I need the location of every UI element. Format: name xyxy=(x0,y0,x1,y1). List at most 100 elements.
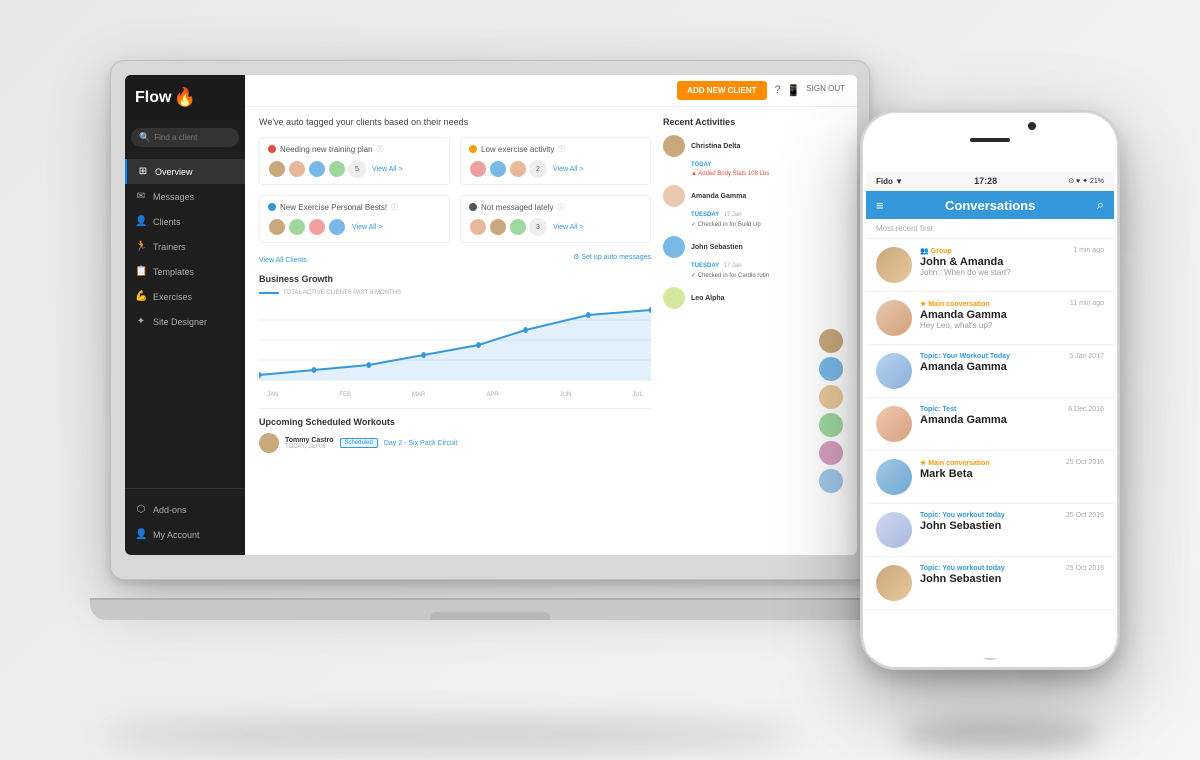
conv-preview: John : When do we start? xyxy=(920,268,1065,277)
conv-item-john-sebastien[interactable]: Topic: You workout today John Sebastien … xyxy=(866,504,1114,557)
conv-name: John Sebastien xyxy=(920,573,1058,585)
sidebar-item-my-account[interactable]: 👤 My Account xyxy=(125,522,245,547)
conv-item-amanda-workout[interactable]: Topic: Your Workout Today Amanda Gamma 5… xyxy=(866,345,1114,398)
chart-dot xyxy=(366,362,371,368)
chart-line-indicator xyxy=(259,292,279,294)
conv-item-amanda-test[interactable]: Topic: Test Amanda Gamma 6 Dec 2016 xyxy=(866,398,1114,451)
sidebar-item-trainers[interactable]: 🏃 Trainers xyxy=(125,234,245,259)
phone-frame: Fido ▼ 17:28 ⊙ ♥ ✦ 21% ≡ Conversations ⌕… xyxy=(860,110,1120,670)
conv-tag: Topic: Test xyxy=(920,406,1060,413)
sidebar-item-addons[interactable]: ⬡ Add-ons xyxy=(125,497,245,522)
view-all-link-1[interactable]: View All > xyxy=(372,166,402,173)
strip-avatar xyxy=(819,357,843,381)
conv-tag: Topic: Your Workout Today xyxy=(920,353,1061,360)
conv-tag: Topic: You workout today xyxy=(920,512,1058,519)
logo-icon: 🔥 xyxy=(173,87,195,108)
setup-auto-messages-link[interactable]: ⚙ Set up auto messages xyxy=(573,253,651,264)
device-icon[interactable]: 📱 xyxy=(787,84,801,97)
mini-avatar xyxy=(469,218,487,236)
tag-card-header-4: Not messaged lately ⓘ xyxy=(469,202,642,212)
activity-name: Leo Alpha xyxy=(691,295,725,302)
conv-item-mark[interactable]: ★ Main conversation Mark Beta 25 Oct 201… xyxy=(866,451,1114,504)
activity-item: Amanda Gamma TUESDAY 17 Jan ✓ Checked in… xyxy=(663,185,843,228)
count-badge-2: 2 xyxy=(529,160,547,178)
activity-date-label: TUESDAY xyxy=(691,212,719,218)
tag-dot-dark xyxy=(469,203,477,211)
view-all-clients-link[interactable]: View All Clients xyxy=(259,257,307,264)
chart-month: MAR xyxy=(412,392,425,398)
avatar-row-1: 5 View All > xyxy=(268,160,441,178)
avatar-row-4: 3 View All > xyxy=(469,218,642,236)
activity-avatar xyxy=(663,236,685,258)
tag-info-3: ⓘ xyxy=(391,202,398,212)
chart-title: Business Growth xyxy=(259,274,651,284)
app-container: Flow 🔥 🔍 ⊞ Overview xyxy=(125,75,857,555)
recent-activities-title: Recent Activities xyxy=(663,117,843,127)
conversation-list[interactable]: 👥 Group John & Amanda John : When do we … xyxy=(866,239,1114,658)
tag-card-header-1: Needing new training plan ⓘ xyxy=(268,144,441,154)
conv-tag: 👥 Group xyxy=(920,247,1065,255)
conv-avatar xyxy=(876,353,912,389)
conv-avatar xyxy=(876,565,912,601)
activity-avatar xyxy=(663,185,685,207)
overview-icon: ⊞ xyxy=(137,166,149,177)
view-all-link-4[interactable]: View All > xyxy=(553,224,583,231)
chart-svg xyxy=(259,300,651,390)
conv-time: 6 Dec 2016 xyxy=(1068,406,1104,413)
sidebar-item-label: Overview xyxy=(155,167,193,177)
workout-link[interactable]: Day 2 - Six Pack Circuit xyxy=(384,440,458,447)
conv-item-amanda-main[interactable]: ★ Main conversation Amanda Gamma Hey Leo… xyxy=(866,292,1114,345)
sidebar-item-overview[interactable]: ⊞ Overview xyxy=(125,159,245,184)
conv-avatar xyxy=(876,512,912,548)
conv-avatar xyxy=(876,300,912,336)
sidebar-item-exercises[interactable]: 💪 Exercises xyxy=(125,284,245,309)
tag-label-3: New Exercise Personal Bests! xyxy=(280,203,387,212)
help-icon[interactable]: ? xyxy=(775,84,781,97)
sidebar-item-messages[interactable]: ✉ Messages xyxy=(125,184,245,209)
templates-icon: 📋 xyxy=(135,266,147,277)
view-all-link-3[interactable]: View All > xyxy=(352,224,382,231)
mini-avatar xyxy=(288,218,306,236)
sidebar-search[interactable]: 🔍 xyxy=(131,128,239,147)
search-input[interactable] xyxy=(154,133,231,142)
sidebar-item-clients[interactable]: 👤 Clients xyxy=(125,209,245,234)
sidebar-item-label: Messages xyxy=(153,192,194,202)
conv-time: 25 Oct 2016 xyxy=(1066,565,1104,572)
activity-avatar xyxy=(663,287,685,309)
chart-month: JUL xyxy=(632,392,643,398)
add-new-client-button[interactable]: ADD NEW CLIENT xyxy=(677,81,766,100)
conv-name: John Sebastien xyxy=(920,520,1058,532)
conv-item-john-amanda[interactable]: 👥 Group John & Amanda John : When do we … xyxy=(866,239,1114,292)
chart-month: APR xyxy=(486,392,498,398)
chart-month: JUN xyxy=(560,392,572,398)
phone-search-icon[interactable]: ⌕ xyxy=(1097,197,1104,213)
strip-avatar xyxy=(819,329,843,353)
phone-menu-icon[interactable]: ≡ xyxy=(876,198,884,213)
chart-label: TOTAL ACTIVE CLIENTS PAST 6 MONTHS xyxy=(259,290,651,296)
conv-info: 👥 Group John & Amanda John : When do we … xyxy=(920,247,1065,277)
sign-out-label[interactable]: SIGN OUT xyxy=(806,84,845,97)
tag-info-2: ⓘ xyxy=(558,144,565,154)
scene: Flow 🔥 🔍 ⊞ Overview xyxy=(50,30,1150,730)
tag-card-header-3: New Exercise Personal Bests! ⓘ xyxy=(268,202,441,212)
conv-time: 11 min ago xyxy=(1070,300,1104,307)
sidebar-logo: Flow 🔥 xyxy=(125,75,245,120)
phone-speaker xyxy=(970,138,1010,142)
sidebar-item-templates[interactable]: 📋 Templates xyxy=(125,259,245,284)
conv-item-john-sebastien-2[interactable]: Topic: You workout today John Sebastien … xyxy=(866,557,1114,610)
tag-card-exercise: Low exercise activity ⓘ 2 xyxy=(460,137,651,185)
sidebar-item-site-designer[interactable]: ✦ Site Designer xyxy=(125,309,245,334)
conv-name: Amanda Gamma xyxy=(920,361,1061,373)
sort-label: Most recent first xyxy=(876,224,933,233)
activity-date-sub: 17 Jan xyxy=(724,212,742,218)
tag-card-header-2: Low exercise activity ⓘ xyxy=(469,144,642,154)
messages-icon: ✉ xyxy=(135,191,147,202)
sort-bar: Most recent first xyxy=(866,219,1114,239)
view-all-link-2[interactable]: View All > xyxy=(553,166,583,173)
chart-x-labels: JAN FEB MAR APR JUN JUL xyxy=(259,390,651,400)
activity-name: Amanda Gamma xyxy=(691,193,746,200)
sidebar: Flow 🔥 🔍 ⊞ Overview xyxy=(125,75,245,555)
activity-text: ✓ Checked in for Cardio rutin xyxy=(691,272,843,279)
clients-icon: 👤 xyxy=(135,216,147,227)
conv-info: ★ Main conversation Amanda Gamma Hey Leo… xyxy=(920,300,1062,330)
